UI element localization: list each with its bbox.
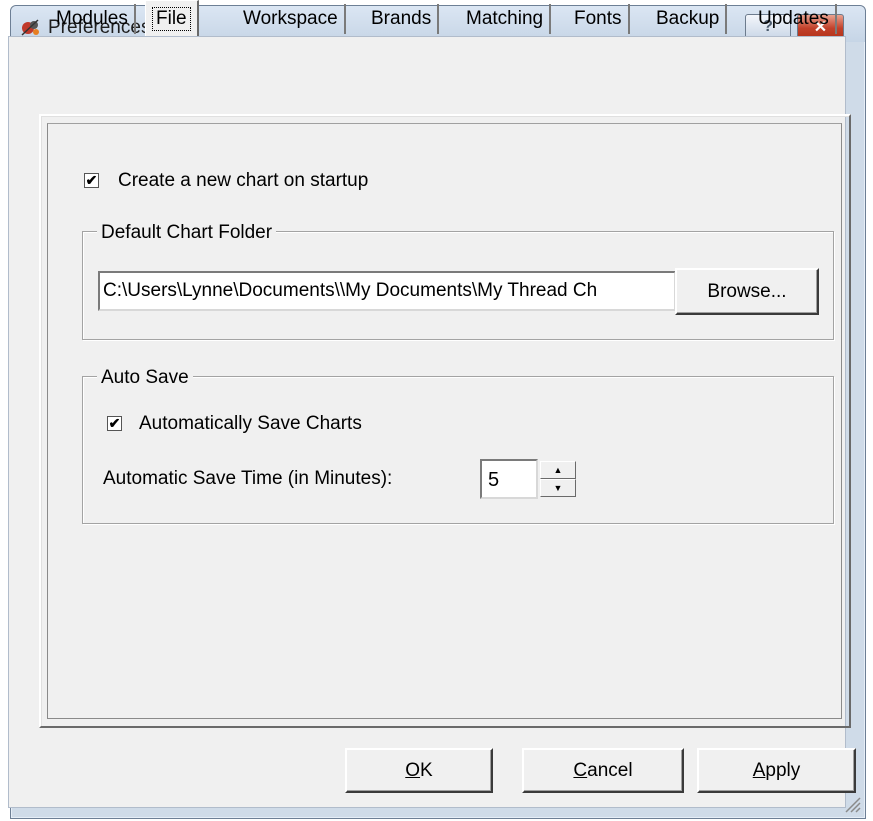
tab-matching[interactable]: Matching: [460, 4, 552, 34]
arrow-down-icon: ▼: [553, 483, 563, 493]
cancel-button-label: Cancel: [573, 759, 633, 781]
cancel-button[interactable]: Cancel: [522, 748, 684, 793]
tab-modules[interactable]: Modules: [50, 4, 136, 34]
tab-label: Modules: [56, 8, 128, 29]
create-new-chart-checkbox[interactable]: ✔: [84, 173, 99, 188]
app-logo-icon: [21, 19, 39, 36]
tab-label: Workspace: [243, 8, 338, 29]
checkmark-icon: ✔: [108, 415, 121, 431]
create-new-chart-label: Create a new chart on startup: [118, 170, 369, 191]
spin-down-button[interactable]: ▼: [540, 479, 576, 497]
save-time-label: Automatic Save Time (in Minutes):: [103, 468, 393, 489]
tab-label: File: [152, 6, 191, 31]
apply-button-label: Apply: [752, 759, 801, 781]
auto-save-legend: Auto Save: [97, 367, 193, 389]
spin-up-button[interactable]: ▲: [540, 461, 576, 479]
tab-fonts[interactable]: Fonts: [568, 4, 630, 34]
tab-label: Backup: [656, 8, 720, 29]
arrow-up-icon: ▲: [553, 465, 563, 475]
tab-updates[interactable]: Updates: [752, 4, 837, 34]
browse-button-label: Browse...: [707, 280, 787, 302]
tab-label: Updates: [758, 8, 829, 29]
auto-save-group: [82, 376, 834, 524]
apply-button[interactable]: Apply: [697, 748, 856, 793]
tab-brands[interactable]: Brands: [365, 4, 440, 34]
browse-button[interactable]: Browse...: [675, 268, 819, 315]
save-time-input[interactable]: 5: [480, 459, 538, 499]
tab-label: Fonts: [574, 8, 622, 29]
resize-grip-icon[interactable]: [841, 793, 861, 813]
tab-label: Brands: [371, 8, 432, 29]
ok-button-label: OK: [405, 759, 433, 781]
tab-file[interactable]: File: [145, 0, 199, 36]
auto-save-charts-label: Automatically Save Charts: [139, 413, 362, 434]
chart-folder-path-field[interactable]: C:\Users\Lynne\Documents\\My Documents\M…: [98, 271, 676, 311]
auto-save-charts-checkbox[interactable]: ✔: [107, 416, 122, 431]
tab-backup[interactable]: Backup: [650, 4, 728, 34]
ok-button[interactable]: OK: [345, 748, 493, 793]
default-chart-folder-legend: Default Chart Folder: [97, 222, 277, 244]
tab-label: Matching: [466, 8, 544, 29]
tab-workspace[interactable]: Workspace: [237, 4, 346, 34]
checkmark-icon: ✔: [85, 172, 98, 188]
